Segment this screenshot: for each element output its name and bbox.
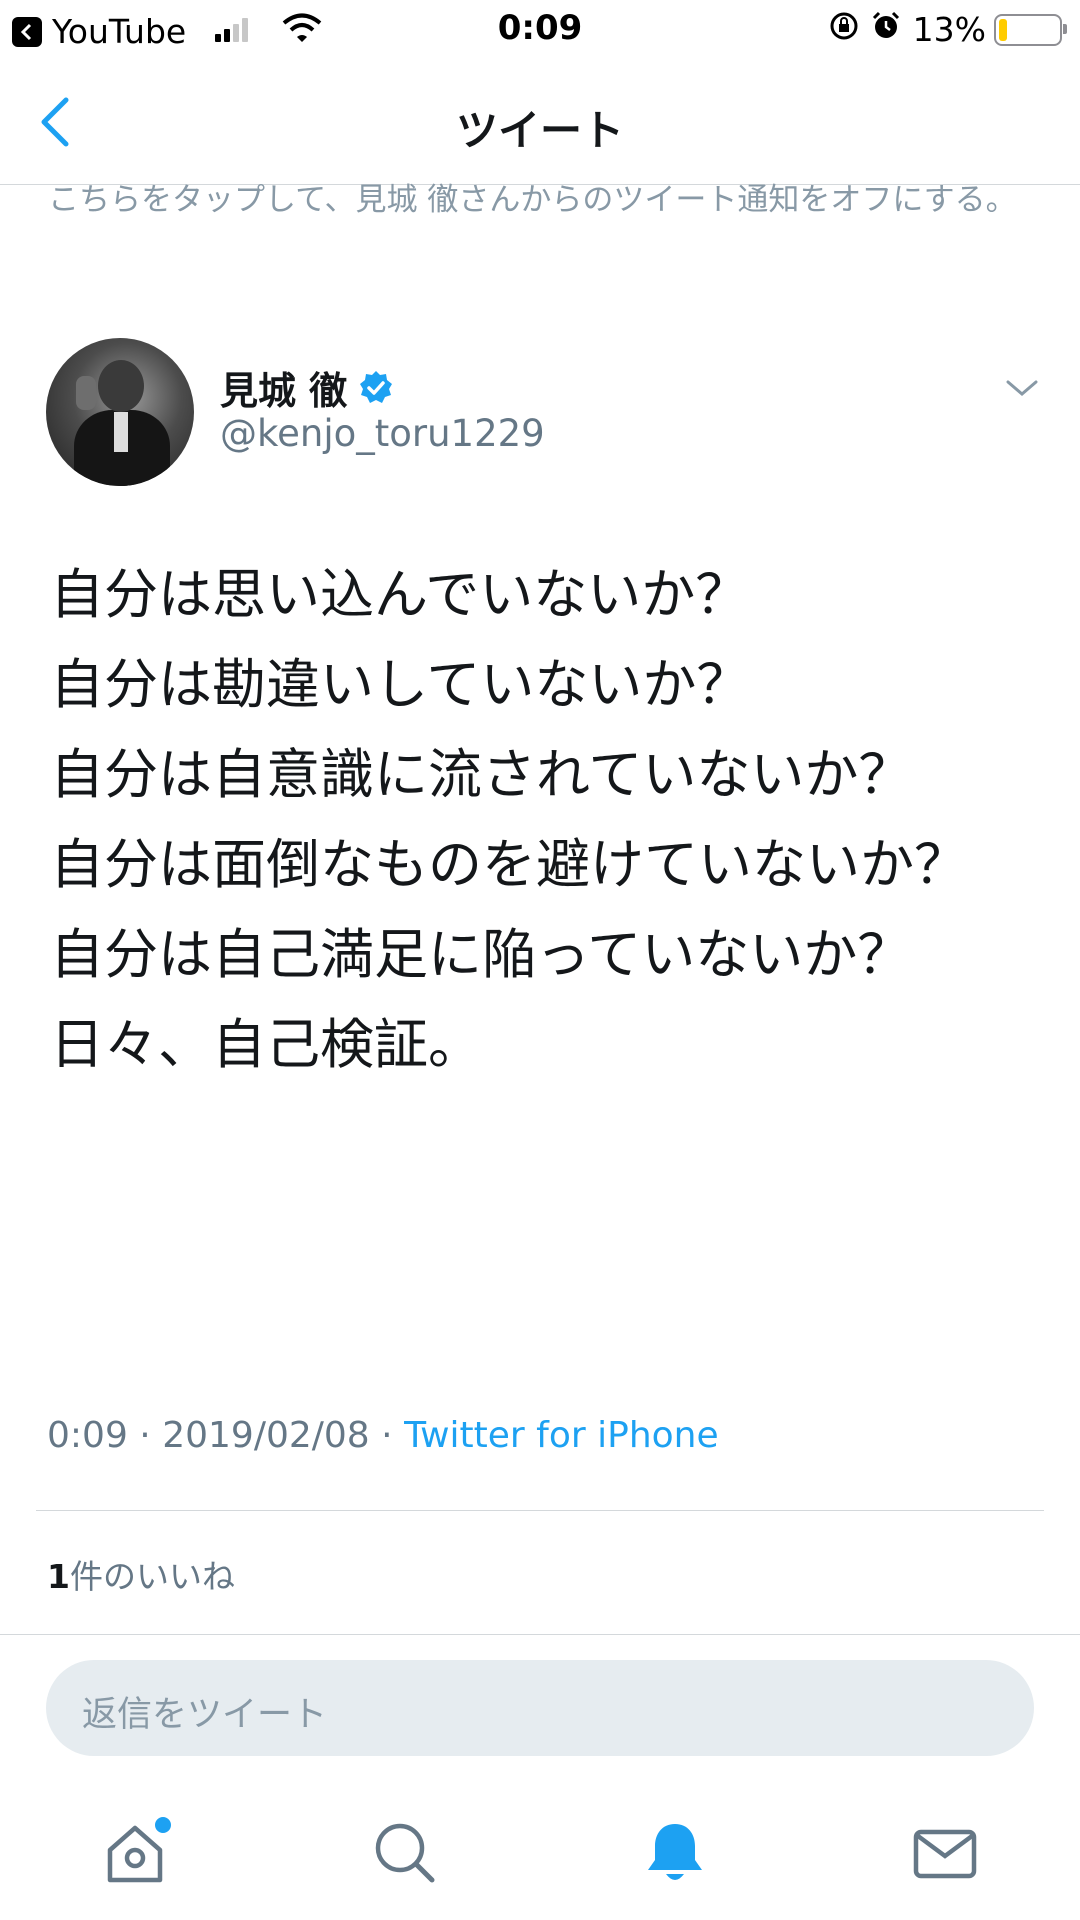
status-bar: YouTube 0:09 13% <box>0 0 1080 62</box>
battery-fill <box>999 18 1007 41</box>
tweet-source-link[interactable]: Twitter for iPhone <box>404 1415 719 1456</box>
avatar-figure-head <box>98 360 144 412</box>
tweet-text: 自分は思い込んでいないか？ 自分は勘違いしていないか？ 自分は自意識に流されてい… <box>50 563 968 1076</box>
nav-bar: ツイート <box>0 62 1080 185</box>
reply-placeholder: 返信をツイート <box>82 1695 328 1735</box>
tab-bar <box>0 1790 1080 1920</box>
chevron-down-icon[interactable] <box>1002 374 1042 402</box>
reply-input[interactable]: 返信をツイート <box>46 1660 1034 1756</box>
tweet-meta: 0:09 · 2019/02/08 · Twitter for iPhone <box>47 1415 719 1456</box>
likes-row[interactable]: 1件のいいね <box>47 1550 235 1598</box>
meta-separator-2: · <box>381 1415 393 1456</box>
home-icon[interactable] <box>100 1814 180 1898</box>
battery-cap <box>1063 23 1067 34</box>
battery-icon <box>994 13 1067 46</box>
likes-count: 1 <box>47 1557 70 1596</box>
likes-label: 件のいいね <box>69 1557 235 1596</box>
home-notification-dot <box>152 1814 174 1836</box>
alarm-icon <box>871 10 901 49</box>
screen: YouTube 0:09 13% ツイート こちらをタップして、見城 徹さんから… <box>0 0 1080 1920</box>
messages-icon[interactable] <box>910 1818 990 1898</box>
avatar-figure-hand <box>76 376 96 410</box>
rotation-lock-icon <box>829 10 859 49</box>
tweet-time: 0:09 <box>47 1415 128 1456</box>
divider <box>36 1510 1044 1511</box>
display-name: 見城 徹 <box>220 369 348 413</box>
search-icon[interactable] <box>370 1818 450 1898</box>
page-title: ツイート <box>455 106 624 155</box>
battery-percent: 13% <box>912 10 986 49</box>
display-name-row[interactable]: 見城 徹 <box>220 360 395 415</box>
user-handle[interactable]: @kenjo_toru1229 <box>220 412 545 455</box>
avatar-figure-shirt <box>114 412 128 452</box>
divider-full <box>0 1634 1080 1635</box>
notification-toggle-text[interactable]: こちらをタップして、見城 徹さんからのツイート通知をオフにする。 <box>48 178 1028 222</box>
notifications-icon[interactable] <box>640 1818 720 1898</box>
meta-separator: · <box>139 1415 151 1456</box>
avatar[interactable] <box>46 338 194 486</box>
status-right: 13% <box>829 10 1067 49</box>
tweet-date: 2019/02/08 <box>162 1415 370 1456</box>
verified-badge-icon <box>360 370 393 403</box>
